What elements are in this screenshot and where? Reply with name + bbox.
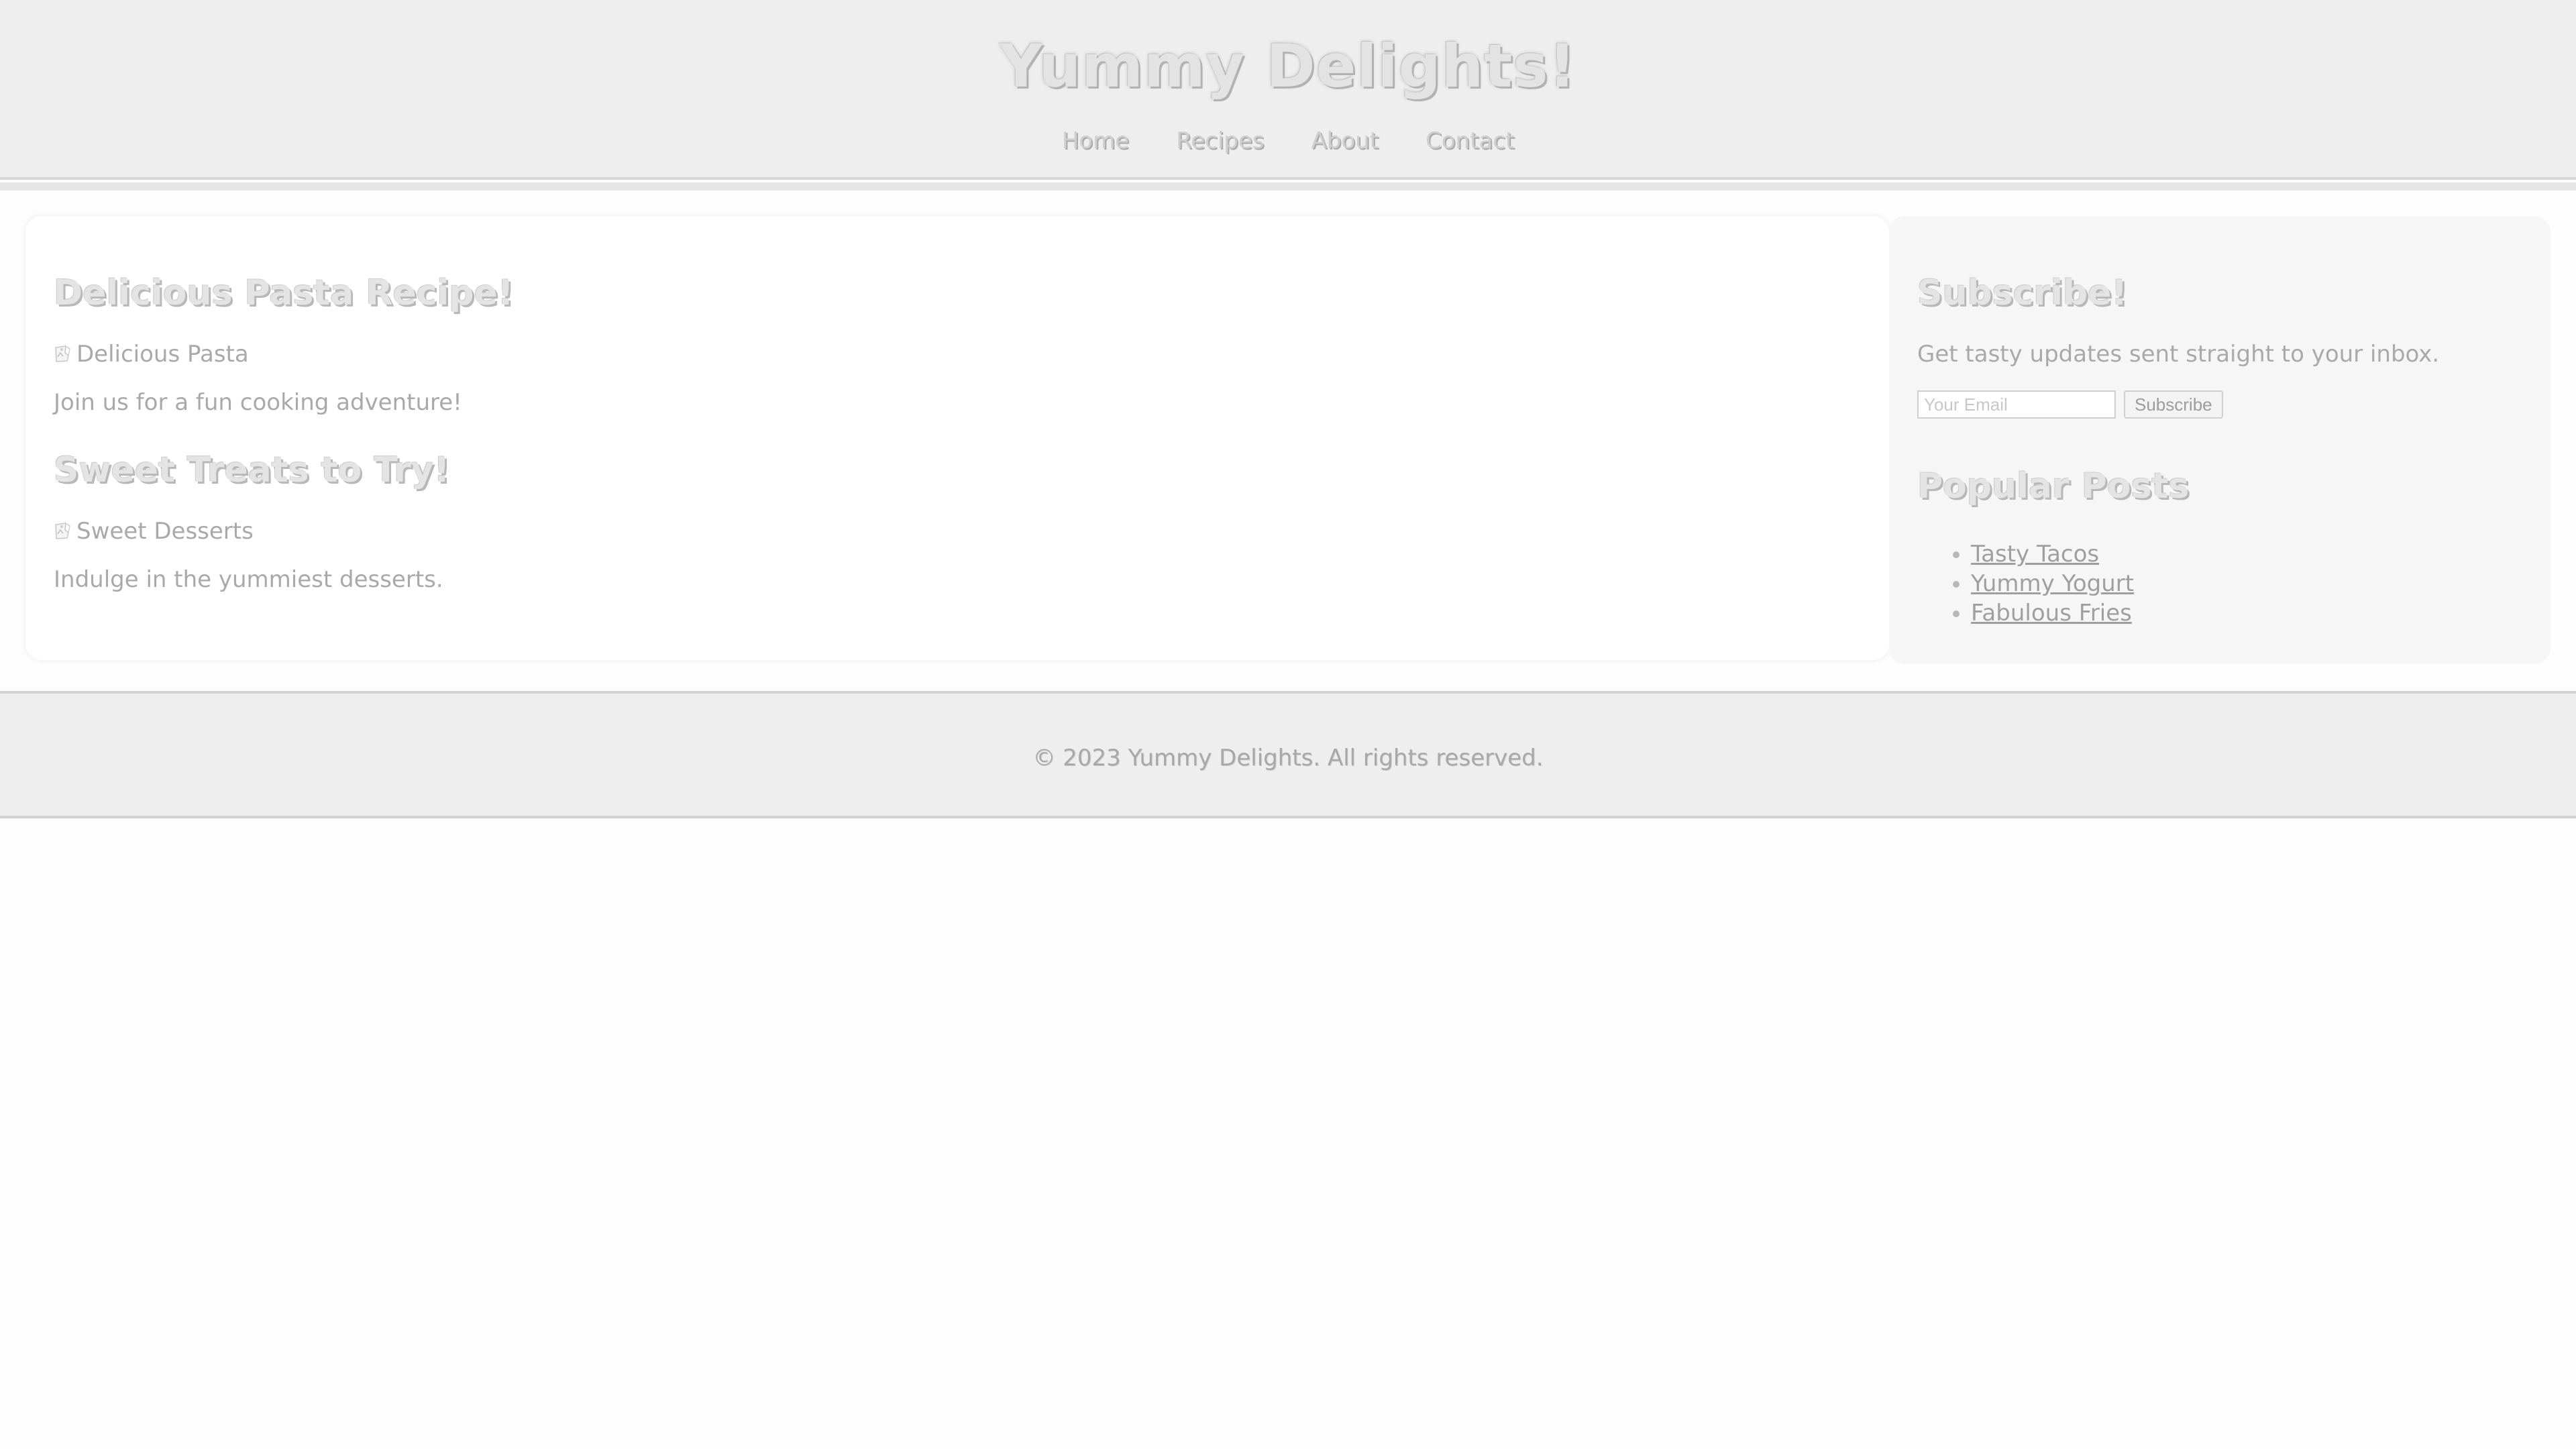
- broken-image-icon: [54, 343, 75, 365]
- popular-post-link[interactable]: Tasty Tacos: [1971, 541, 2099, 568]
- post-text: Join us for a fun cooking adventure!: [54, 389, 462, 416]
- email-input[interactable]: [1917, 390, 2116, 419]
- post-pasta: Delicious Pasta Recipe! Delicious Pasta …: [54, 270, 1861, 417]
- post-image-alt: Sweet Desserts: [76, 518, 254, 545]
- site-title: Yummy Delights!: [1000, 32, 1576, 101]
- subscribe-form: Subscribe: [1917, 390, 2522, 419]
- popular-post-link[interactable]: Yummy Yogurt: [1971, 570, 2134, 597]
- site-header: Yummy Delights! Home Recipes About Conta…: [0, 0, 2576, 180]
- post-heading: Delicious Pasta Recipe!: [54, 273, 514, 313]
- list-item: Fabulous Fries: [1971, 598, 2522, 628]
- list-item: Tasty Tacos: [1971, 539, 2522, 569]
- post-desserts: Sweet Treats to Try! Sweet Desserts Indu…: [54, 447, 1861, 594]
- post-heading: Sweet Treats to Try!: [54, 450, 450, 490]
- site-footer: © 2023 Yummy Delights. All rights reserv…: [0, 691, 2576, 818]
- post-image: Delicious Pasta: [54, 339, 1861, 369]
- popular-posts-heading: Popular Posts: [1917, 466, 2190, 506]
- nav-recipes[interactable]: Recipes: [1176, 127, 1264, 154]
- post-image-alt: Delicious Pasta: [76, 341, 249, 368]
- list-item: Yummy Yogurt: [1971, 569, 2522, 598]
- post-text: Indulge in the yummiest desserts.: [54, 566, 443, 593]
- nav-about[interactable]: About: [1311, 127, 1379, 154]
- broken-image-icon: [54, 521, 75, 542]
- main-content: Delicious Pasta Recipe! Delicious Pasta …: [25, 216, 1889, 660]
- sidebar: Subscribe! Get tasty updates sent straig…: [1889, 216, 2551, 664]
- nav-home[interactable]: Home: [1062, 127, 1129, 154]
- popular-posts-list: Tasty Tacos Yummy Yogurt Fabulous Fries: [1917, 539, 2522, 628]
- popular-post-link[interactable]: Fabulous Fries: [1971, 600, 2132, 627]
- nav-contact[interactable]: Contact: [1426, 127, 1514, 154]
- subscribe-heading: Subscribe!: [1917, 273, 2128, 313]
- header-divider: [0, 182, 2576, 191]
- post-image: Sweet Desserts: [54, 517, 1861, 546]
- main-nav: Home Recipes About Contact: [0, 127, 2576, 154]
- subscribe-button[interactable]: Subscribe: [2124, 390, 2223, 419]
- subscribe-text: Get tasty updates sent straight to your …: [1917, 341, 2440, 368]
- footer-copyright: © 2023 Yummy Delights. All rights reserv…: [1032, 745, 1544, 771]
